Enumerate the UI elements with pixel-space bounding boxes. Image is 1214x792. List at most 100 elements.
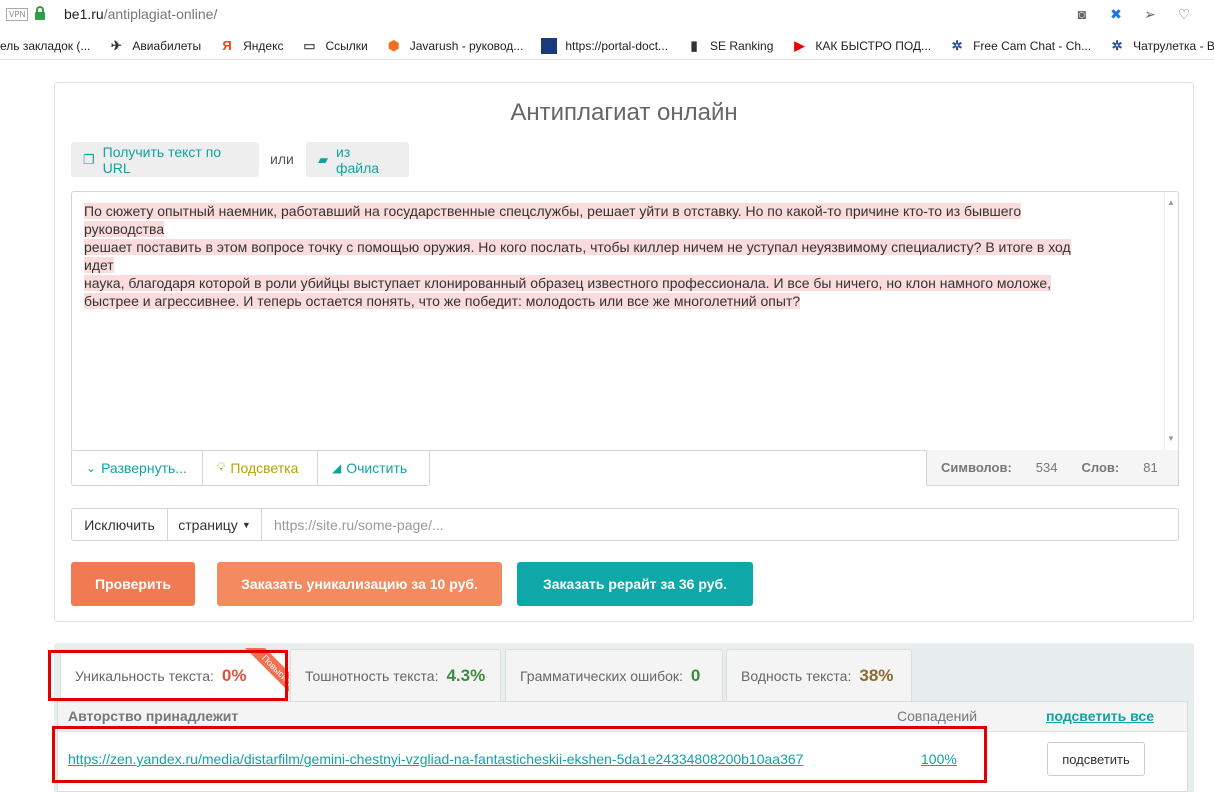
text-line: решает поставить в этом вопросе точку с … [84,238,1098,274]
vpn-badge[interactable]: VPN [6,8,29,21]
text-segment: наука, благодаря которой в роли убийцы в… [84,275,1051,291]
tab-nausea[interactable]: Тошнотность текста: 4.3% [290,649,501,701]
tab-label: Грамматических ошибок: [520,667,683,684]
text-line: наука, благодаря которой в роли убийцы в… [84,274,1098,292]
tab-water[interactable]: Водность текста: 38% [726,649,912,701]
page-title: Антиплагиат онлайн [510,99,738,126]
tab-label: Тошнотность текста: [305,667,439,684]
chat-icon: ✲ [951,37,963,53]
tab-grammar-errors[interactable]: Грамматических ошибок: 0 [505,649,723,701]
camera-icon[interactable]: ◙ [1074,6,1090,22]
chat-icon: ✲ [1111,37,1123,53]
bookmark-item[interactable]: Я Яндекс [219,38,283,54]
text-segment: быстрее и агрессивнее. И теперь остается… [84,293,801,309]
url-host: be1.ru [64,6,104,22]
caret-down-icon: ▼ [241,519,251,530]
exclude-button[interactable]: Исключить [72,509,168,540]
antiplagiat-panel: Антиплагиат онлайн ❐ Получить текст по U… [54,82,1194,622]
bookmark-item[interactable]: ⬢ Javarush - руковод... [386,37,524,54]
url-field[interactable]: be1.ru/antiplagiat-online/ [64,6,217,22]
words-value: 81 [1143,460,1158,475]
exclude-type-value: страницу [178,516,238,533]
folder-icon: ▭ [303,37,316,53]
get-url-label: Получить текст по URL [102,143,222,176]
url-path: /antiplagiat-online/ [103,6,218,22]
lock-icon [35,6,45,20]
bookmark-item[interactable]: ▮ SE Ranking [686,38,773,54]
textarea-scrollbar[interactable]: ▲ ▼ [1164,192,1178,450]
text-line: быстрее и агрессивнее. И теперь остается… [84,292,1098,310]
or-label: или [270,151,294,167]
bookmark-item[interactable]: ✈ Авиабилеты [108,38,201,54]
author-column-header: Авторство принадлежит [68,708,239,724]
bookmark-item[interactable]: ▶ КАК БЫСТРО ПОД... [791,38,931,54]
expand-label: Развернуть... [101,459,187,476]
highlight-button[interactable]: 💡︎ Подсветка [203,450,318,485]
bars-icon: ▮ [690,37,698,53]
plane-icon: ✈ [110,37,122,53]
bookmark-label: ель закладок (... [0,38,91,53]
from-file-button[interactable]: ▰ из файла [306,142,409,177]
exclude-row: Исключить страницу ▼ https://site.ru/some… [71,508,1179,541]
highlight-label: Подсветка [230,459,299,476]
folder-open-icon: ▰ [318,151,328,167]
get-text-by-url-button[interactable]: ❐ Получить текст по URL [71,142,259,177]
lightbulb-icon: 💡︎ [217,460,226,474]
text-tools: ⌄ Развернуть... 💡︎ Подсветка ◢ Очистить [71,450,430,486]
order-rewrite-button[interactable]: Заказать рерайт за 36 руб. [517,562,753,606]
order-uniqueness-button[interactable]: Заказать уникализацию за 10 руб. [217,562,502,606]
text-segment: По сюжету опытный наемник, работавший на… [84,203,1022,237]
bookmark-item[interactable]: ▭ Ссылки [301,38,367,54]
eraser-icon: ◢ [332,460,342,475]
annotation-box-source [52,726,987,783]
chevron-down-icon: ⌄ [86,460,97,475]
bookmark-label: https://portal-doct... [565,38,669,53]
from-file-label: из файла [336,143,380,176]
copy-icon: ❐ [83,151,95,167]
bookmark-label: Авиабилеты [132,38,202,53]
exclude-type-dropdown[interactable]: страницу ▼ [168,509,262,540]
heart-icon[interactable]: ♡ [1176,6,1192,22]
words-label: Слов: [1081,460,1120,475]
bookmark-item[interactable]: ✲ Чатрулетка - Виде... [1109,38,1214,54]
water-value: 38% [859,665,894,685]
bookmark-label: SE Ranking [710,38,774,53]
address-bar: VPN be1.ru/antiplagiat-online/ ◙ ✖ ➢ ♡ [0,0,1214,30]
check-button[interactable]: Проверить [71,562,195,606]
exclude-url-input[interactable]: https://site.ru/some-page/... [262,509,1178,540]
tab-label: Водность текста: [741,667,852,684]
matches-column-header: Совпадений [897,708,978,724]
text-counters: Символов: 534 Слов: 81 [926,450,1179,486]
square-icon [541,37,558,54]
bookmark-label: Javarush - руковод... [409,38,524,53]
scroll-down-icon[interactable]: ▼ [1167,430,1175,448]
send-icon[interactable]: ➢ [1142,6,1158,22]
bookmark-item[interactable]: https://portal-doct... [541,37,669,54]
scroll-up-icon[interactable]: ▲ [1167,194,1175,212]
chars-label: Символов: [941,460,1012,475]
text-line: По сюжету опытный наемник, работавший на… [84,202,1098,238]
annotation-box-uniqueness [48,650,288,701]
youtube-icon: ▶ [794,37,805,53]
bookmark-label: Чатрулетка - Виде... [1133,38,1214,53]
nausea-value: 4.3% [446,665,486,685]
highlight-row-button[interactable]: подсветить [1047,742,1145,776]
bookmark-item[interactable]: ель закладок (... [0,39,90,53]
chars-value: 534 [1035,460,1058,475]
clear-button[interactable]: ◢ Очистить [318,450,429,485]
highlight-all-link[interactable]: подсветить все [1046,708,1154,724]
bookmark-label: Free Cam Chat - Ch... [973,38,1092,53]
bookmark-item[interactable]: ✲ Free Cam Chat - Ch... [949,38,1091,54]
bookmark-label: Ссылки [325,38,368,53]
shield-icon[interactable]: ✖ [1108,6,1124,22]
bookmark-label: КАК БЫСТРО ПОД... [815,38,932,53]
javarush-icon: ⬢ [388,37,400,53]
expand-button[interactable]: ⌄ Развернуть... [72,450,203,485]
text-segment: решает поставить в этом вопросе точку с … [84,239,1071,273]
bookmark-label: Яндекс [243,38,284,53]
text-input-area[interactable]: По сюжету опытный наемник, работавший на… [71,191,1179,451]
clear-label: Очистить [346,459,408,476]
yandex-icon: Я [222,37,232,53]
grammar-value: 0 [690,665,701,685]
bookmarks-bar: ель закладок (... ✈ Авиабилеты Я Яндекс ▭ С… [0,32,1214,60]
